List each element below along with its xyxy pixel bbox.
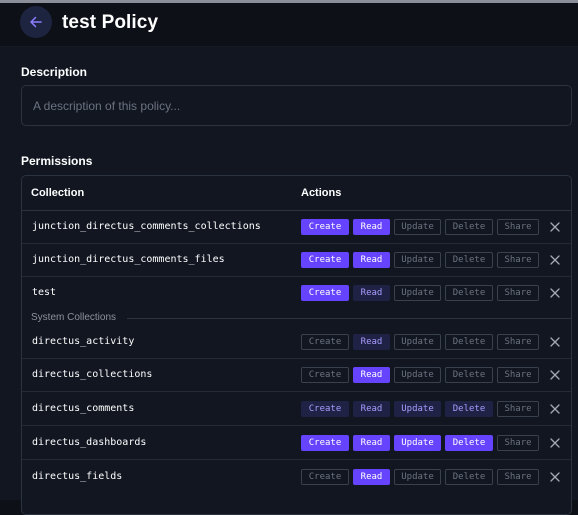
create-permission-toggle[interactable]: Create: [301, 219, 349, 235]
share-permission-toggle[interactable]: Share: [497, 367, 539, 383]
remove-row-icon[interactable]: [549, 437, 561, 449]
permissions-table: Collection Actions junction_directus_com…: [21, 175, 572, 515]
create-permission-toggle[interactable]: Create: [301, 285, 349, 301]
delete-permission-toggle[interactable]: Delete: [445, 252, 493, 268]
create-permission-toggle[interactable]: Create: [301, 435, 349, 451]
permission-row: junction_directus_comments_collections Cr…: [22, 211, 571, 244]
remove-row-icon[interactable]: [549, 336, 561, 348]
permissions-label: Permissions: [21, 154, 93, 168]
update-permission-toggle[interactable]: Update: [394, 334, 441, 350]
create-permission-toggle[interactable]: Create: [301, 334, 349, 350]
description-label: Description: [21, 65, 88, 79]
read-permission-toggle[interactable]: Read: [353, 435, 390, 451]
description-input[interactable]: [21, 85, 572, 126]
read-permission-toggle[interactable]: Read: [353, 219, 390, 235]
permission-row: directus_activity Create Read Update Delete S…: [22, 326, 571, 359]
update-permission-toggle[interactable]: Update: [394, 219, 441, 235]
read-permission-toggle[interactable]: Read: [353, 252, 390, 268]
delete-permission-toggle[interactable]: Delete: [445, 285, 493, 301]
share-permission-toggle[interactable]: Share: [497, 334, 539, 350]
permission-row: test Create Read Update Delete Share: [22, 277, 571, 310]
page-title: test Policy: [62, 12, 159, 33]
permission-row: directus_collections Create Read Update Dele…: [22, 359, 571, 392]
create-permission-toggle[interactable]: Create: [301, 367, 349, 383]
share-permission-toggle[interactable]: Share: [497, 285, 539, 301]
permission-row: directus_comments Create Read Update Delete S…: [22, 393, 571, 426]
action-buttons: Create Read Update Delete Share: [301, 219, 539, 235]
share-permission-toggle[interactable]: Share: [497, 401, 539, 417]
read-permission-toggle[interactable]: Read: [353, 367, 390, 383]
read-permission-toggle[interactable]: Read: [353, 334, 390, 350]
collection-name: junction_directus_comments_files: [32, 254, 225, 265]
action-buttons: Create Read Update Delete Share: [301, 285, 539, 301]
actions-column-header: Actions: [301, 187, 342, 199]
collection-name: junction_directus_comments_collections: [32, 221, 261, 232]
delete-permission-toggle[interactable]: Delete: [445, 401, 493, 417]
remove-row-icon[interactable]: [549, 221, 561, 233]
remove-row-icon[interactable]: [549, 471, 561, 483]
divider-line: [127, 318, 571, 319]
delete-permission-toggle[interactable]: Delete: [445, 435, 493, 451]
share-permission-toggle[interactable]: Share: [497, 219, 539, 235]
collection-name: test: [32, 287, 57, 298]
create-permission-toggle[interactable]: Create: [301, 401, 349, 417]
remove-row-icon[interactable]: [549, 254, 561, 266]
share-permission-toggle[interactable]: Share: [497, 435, 539, 451]
collection-name: directus_activity: [32, 336, 135, 347]
system-collections-label: System Collections: [31, 312, 117, 323]
create-permission-toggle[interactable]: Create: [301, 469, 349, 485]
remove-row-icon[interactable]: [549, 369, 561, 381]
action-buttons: Create Read Update Delete Share: [301, 469, 539, 485]
collection-name: directus_collections: [32, 369, 153, 380]
update-permission-toggle[interactable]: Update: [394, 367, 441, 383]
share-permission-toggle[interactable]: Share: [497, 469, 539, 485]
collection-column-header: Collection: [31, 187, 85, 199]
back-button[interactable]: [20, 6, 52, 38]
share-permission-toggle[interactable]: Share: [497, 252, 539, 268]
action-buttons: Create Read Update Delete Share: [301, 334, 539, 350]
update-permission-toggle[interactable]: Update: [394, 252, 441, 268]
read-permission-toggle[interactable]: Read: [353, 401, 390, 417]
permission-row: directus_fields Create Read Update Delete Sha…: [22, 461, 571, 494]
update-permission-toggle[interactable]: Update: [394, 285, 441, 301]
action-buttons: Create Read Update Delete Share: [301, 401, 539, 417]
permission-row: junction_directus_comments_files Create Re…: [22, 244, 571, 277]
arrow-left-icon: [30, 16, 42, 28]
action-buttons: Create Read Update Delete Share: [301, 435, 539, 451]
update-permission-toggle[interactable]: Update: [394, 401, 441, 417]
delete-permission-toggle[interactable]: Delete: [445, 469, 493, 485]
action-buttons: Create Read Update Delete Share: [301, 367, 539, 383]
collection-name: directus_comments: [32, 403, 135, 414]
read-permission-toggle[interactable]: Read: [353, 285, 390, 301]
delete-permission-toggle[interactable]: Delete: [445, 219, 493, 235]
delete-permission-toggle[interactable]: Delete: [445, 334, 493, 350]
update-permission-toggle[interactable]: Update: [394, 469, 441, 485]
action-buttons: Create Read Update Delete Share: [301, 252, 539, 268]
read-permission-toggle[interactable]: Read: [353, 469, 390, 485]
remove-row-icon[interactable]: [549, 403, 561, 415]
update-permission-toggle[interactable]: Update: [394, 435, 441, 451]
remove-row-icon[interactable]: [549, 287, 561, 299]
collection-name: directus_dashboards: [32, 437, 147, 448]
permission-row: directus_dashboards Create Read Update Delet…: [22, 427, 571, 460]
delete-permission-toggle[interactable]: Delete: [445, 367, 493, 383]
system-collections-divider: System Collections: [22, 310, 571, 326]
page-header: test Policy: [0, 3, 578, 47]
create-permission-toggle[interactable]: Create: [301, 252, 349, 268]
collection-name: directus_fields: [32, 471, 123, 482]
